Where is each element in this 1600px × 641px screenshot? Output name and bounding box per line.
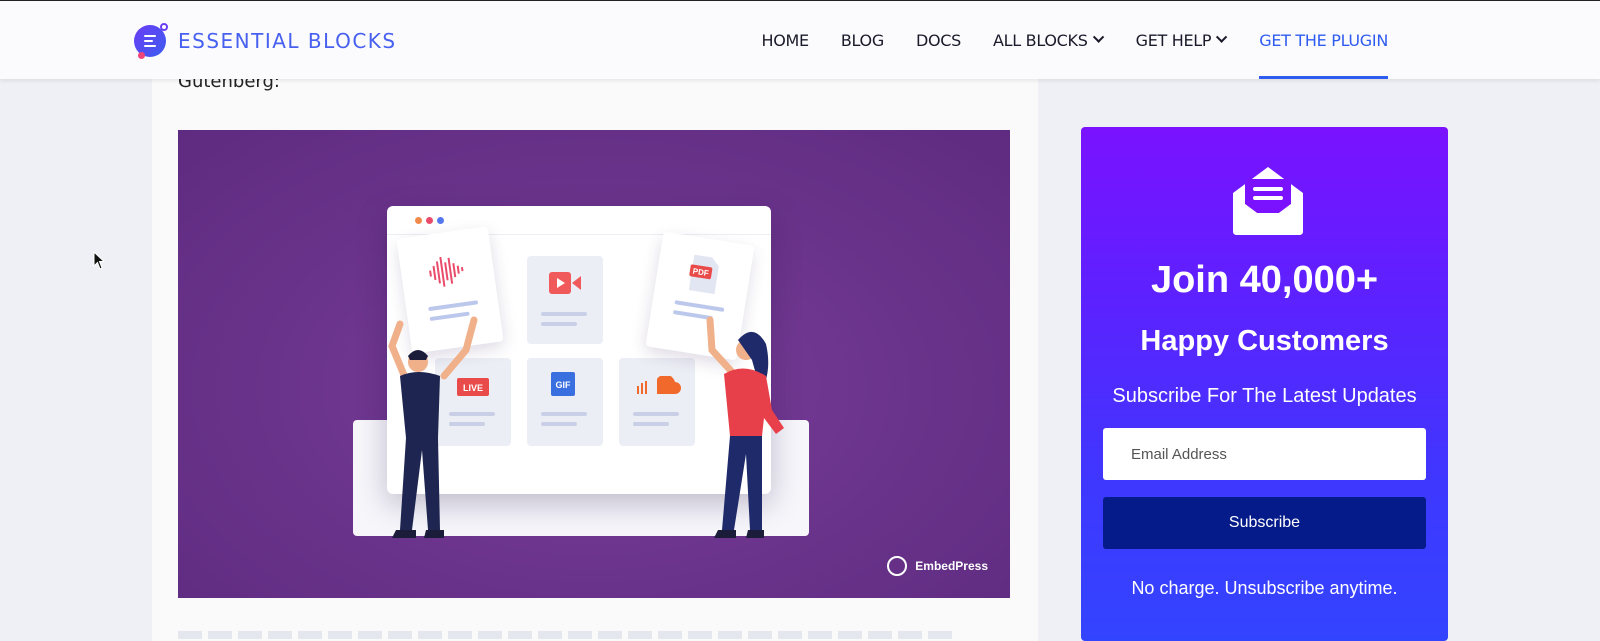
nav-get-the-plugin-label: GET THE PLUGIN <box>1259 30 1388 50</box>
article-next-text-line <box>178 631 958 639</box>
nav-docs-label: DOCS <box>915 30 961 50</box>
site-logo[interactable]: ESSENTIAL BLOCKS <box>134 23 397 59</box>
nav-all-blocks-label: ALL BLOCKS <box>992 30 1088 50</box>
woman-figure <box>706 316 784 538</box>
gif-icon: GIF <box>551 372 575 396</box>
subscribe-footnote: No charge. Unsubscribe anytime. <box>1131 578 1398 598</box>
video-tile <box>527 256 603 344</box>
soundcloud-tile <box>619 358 695 446</box>
subscribe-title: Join 40,000+ <box>1150 259 1379 301</box>
soundcloud-icon <box>637 376 681 394</box>
nav-blog-label: BLOG <box>840 30 884 50</box>
subscribe-tagline: Subscribe For The Latest Updates <box>1112 385 1417 407</box>
nav-docs[interactable]: DOCS <box>900 1 977 79</box>
nav-home-label: HOME <box>761 30 809 50</box>
main-nav: HOME BLOG DOCS ALL BLOCKS GET HELP GET T… <box>745 1 1404 79</box>
subscribe-button[interactable]: Subscribe <box>1103 497 1426 549</box>
nav-all-blocks[interactable]: ALL BLOCKS <box>977 1 1120 79</box>
nav-get-help-label: GET HELP <box>1135 30 1212 50</box>
embedpress-logo-icon <box>887 556 908 576</box>
pdf-file-icon: PDF <box>688 254 719 295</box>
audio-wave-icon <box>429 256 464 287</box>
gif-text: GIF <box>556 380 572 390</box>
chevron-down-icon <box>1216 31 1228 43</box>
subscribe-subtitle: Happy Customers <box>1140 325 1389 357</box>
nav-get-help[interactable]: GET HELP <box>1120 1 1244 79</box>
logo-icon <box>134 23 168 59</box>
video-icon <box>549 272 581 294</box>
gif-tile: GIF <box>527 358 603 446</box>
envelope-icon <box>1233 167 1303 235</box>
featured-illustration: LIVE GIF PDF EmbedPress <box>178 130 1010 598</box>
article-content: Gutenberg: LIVE GIF PDF EmbedPress <box>152 71 1038 641</box>
site-header: ESSENTIAL BLOCKS HOME BLOG DOCS ALL BLOC… <box>0 0 1600 79</box>
subscribe-card: Join 40,000+ Happy Customers Subscribe F… <box>1081 127 1448 641</box>
embedpress-brand: EmbedPress <box>887 556 988 576</box>
logo-text: ESSENTIAL BLOCKS <box>178 29 397 53</box>
mouse-cursor-icon <box>93 251 106 270</box>
nav-blog[interactable]: BLOG <box>825 1 900 79</box>
email-field[interactable] <box>1103 428 1426 480</box>
chevron-down-icon <box>1092 31 1104 43</box>
nav-get-the-plugin[interactable]: GET THE PLUGIN <box>1243 1 1404 79</box>
man-figure <box>388 316 478 538</box>
nav-home[interactable]: HOME <box>745 1 824 79</box>
embedpress-brand-text: EmbedPress <box>915 559 988 573</box>
